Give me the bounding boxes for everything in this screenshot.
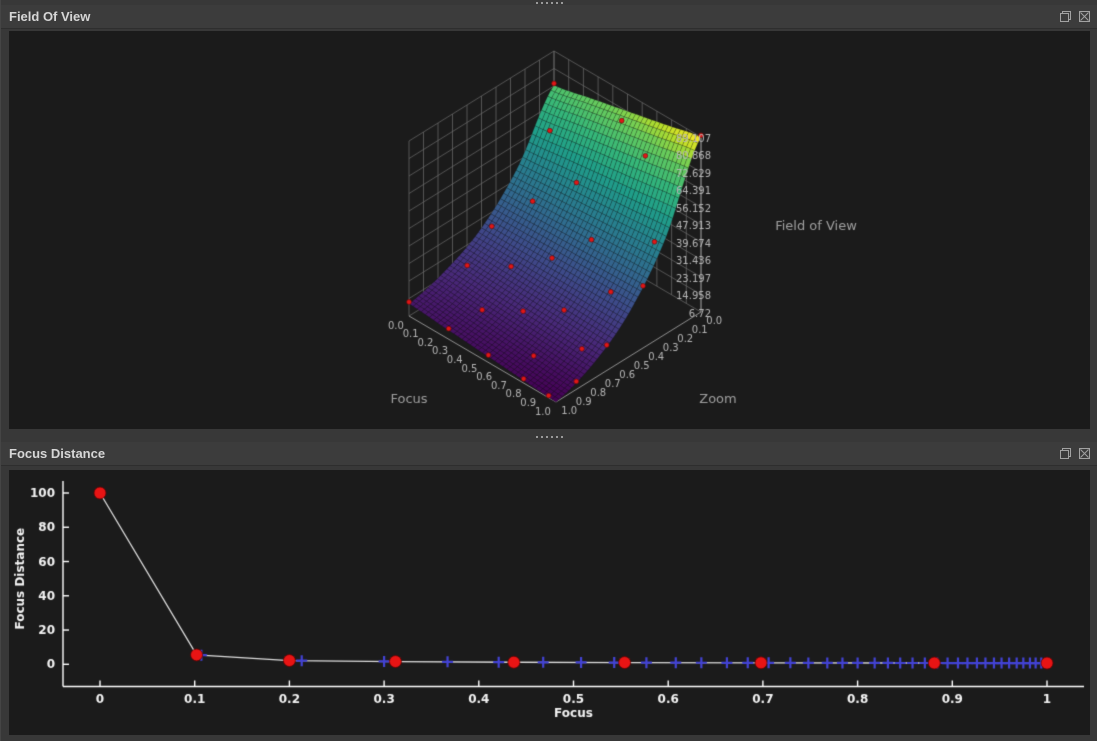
fov-surface-3d-plot[interactable] [9,31,1090,429]
panel-title: Field Of View [9,9,91,24]
close-button[interactable] [1077,10,1091,24]
panel-header-focus-distance: Focus Distance [1,442,1097,466]
float-icon [1059,448,1071,459]
panel-title: Focus Distance [9,446,106,461]
float-icon [1059,11,1071,22]
panel-header-field-of-view: Field Of View [1,5,1097,29]
drag-handle-dots-icon [535,436,563,438]
close-icon [1078,11,1090,22]
focus-distance-line-plot[interactable] [9,470,1090,735]
close-button[interactable] [1077,447,1091,461]
float-button[interactable] [1058,10,1072,24]
splitter-handle-middle[interactable] [1,432,1097,442]
drag-handle-dots-icon [535,1,563,4]
close-icon [1078,448,1090,459]
dock-window: Field Of View Focus Distance [0,0,1097,741]
float-button[interactable] [1058,447,1072,461]
